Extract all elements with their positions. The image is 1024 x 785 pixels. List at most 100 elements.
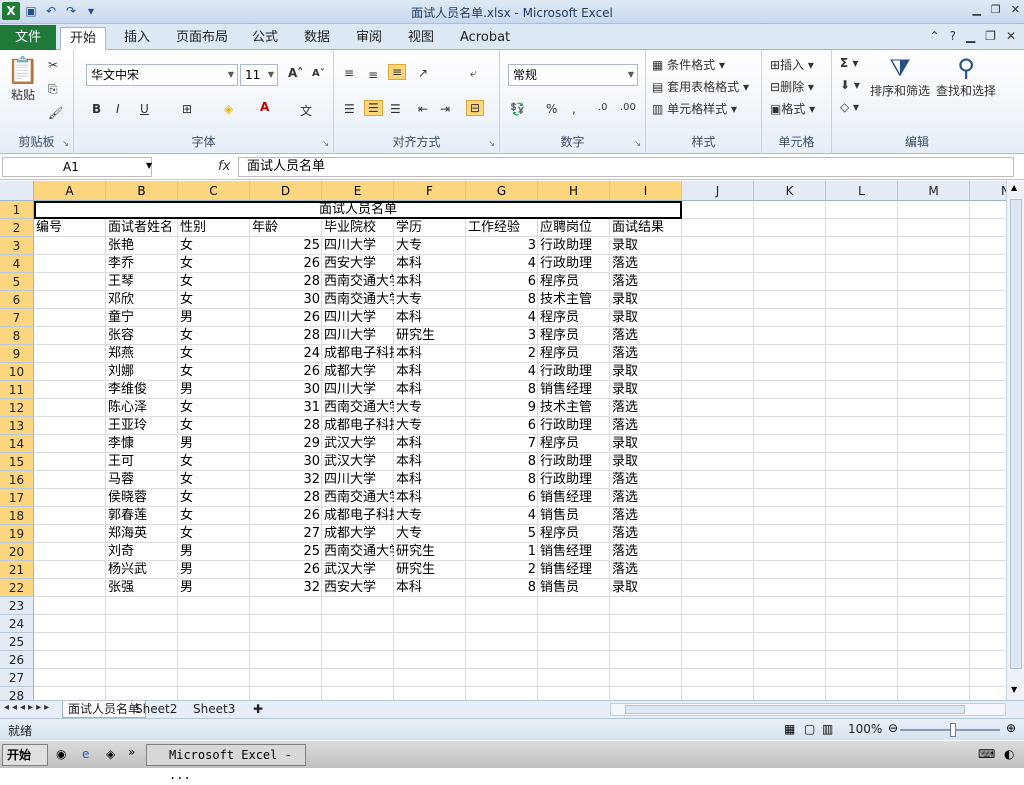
row-header-5[interactable]: 5 [0,273,34,291]
table-cell[interactable]: 落选 [610,471,682,489]
quicklaunch-icon[interactable]: ◉ [56,747,66,761]
name-box[interactable]: A1 [2,157,152,177]
header-cell[interactable]: 毕业院校 [322,219,394,237]
table-cell[interactable]: 程序员 [538,327,610,345]
table-cell[interactable]: 2 [466,561,538,579]
column-header-I[interactable]: I [610,181,682,201]
increase-decimal-icon[interactable]: .0 [598,102,608,113]
table-cell[interactable]: 6 [466,273,538,291]
table-cell[interactable]: 本科 [394,435,466,453]
table-cell[interactable]: 行政助理 [538,471,610,489]
table-cell[interactable]: 女 [178,417,250,435]
start-button[interactable]: 开始 [2,744,48,766]
column-header-A[interactable]: A [34,181,106,201]
table-cell[interactable]: 女 [178,273,250,291]
table-cell[interactable]: 行政助理 [538,363,610,381]
row-header-19[interactable]: 19 [0,525,34,543]
table-cell[interactable]: 男 [178,543,250,561]
table-cell[interactable]: 女 [178,363,250,381]
column-header-G[interactable]: G [466,181,538,201]
insert-sheet-icon[interactable]: ✚ [248,701,268,718]
table-cell[interactable]: 4 [466,309,538,327]
row-header-17[interactable]: 17 [0,489,34,507]
header-cell[interactable]: 面试结果 [610,219,682,237]
dialog-launcher-icon[interactable]: ↘ [488,139,495,148]
table-cell[interactable]: 女 [178,237,250,255]
cell-styles-button[interactable]: ▥ 单元格样式 ▾ [652,100,737,117]
table-cell[interactable]: 杨兴武 [106,561,178,579]
table-cell[interactable]: 男 [178,309,250,327]
tab-review[interactable]: 审阅 [356,27,382,50]
table-cell[interactable]: 26 [250,255,322,273]
table-cell[interactable]: 张容 [106,327,178,345]
taskbar-excel-item[interactable]: Microsoft Excel - ... [146,744,306,782]
table-cell[interactable]: 女 [178,507,250,525]
table-cell[interactable]: 9 [466,399,538,417]
column-header-F[interactable]: F [394,181,466,201]
zoom-level[interactable]: 100% [848,722,882,736]
table-cell[interactable]: 男 [178,561,250,579]
table-cell[interactable]: 西南交通大学 [322,489,394,507]
column-header-L[interactable]: L [826,181,898,201]
table-cell[interactable]: 1 [466,543,538,561]
align-top-icon[interactable]: ≡ [344,66,354,80]
normal-view-icon[interactable]: ▦ [784,722,795,736]
page-break-view-icon[interactable]: ▥ [822,722,833,736]
grow-font-icon[interactable]: A˄ [288,66,303,80]
table-cell[interactable]: 28 [250,489,322,507]
table-cell[interactable]: 程序员 [538,525,610,543]
table-cell[interactable]: 落选 [610,489,682,507]
chevron-down-icon[interactable]: ▼ [146,161,152,170]
zoom-in-icon[interactable]: ⊕ [1006,721,1016,735]
table-cell[interactable]: 行政助理 [538,417,610,435]
table-cell[interactable]: 本科 [394,381,466,399]
increase-indent-icon[interactable]: ⇥ [440,102,450,116]
table-cell[interactable]: 26 [250,309,322,327]
row-header-24[interactable]: 24 [0,615,34,633]
select-all-button[interactable] [0,181,34,201]
row-header-2[interactable]: 2 [0,219,34,237]
table-cell[interactable]: 童宁 [106,309,178,327]
table-cell[interactable]: 女 [178,453,250,471]
row-header-9[interactable]: 9 [0,345,34,363]
sheet-tab-2[interactable]: Sheet2 [130,701,182,718]
vertical-scroll-thumb[interactable] [1010,199,1022,669]
table-cell[interactable]: 张艳 [106,237,178,255]
tab-file[interactable]: 文件 [0,25,56,50]
tab-acrobat[interactable]: Acrobat [460,27,510,50]
keyboard-icon[interactable]: ⌨ [978,747,995,761]
table-cell[interactable]: 女 [178,399,250,417]
table-cell[interactable]: 大专 [394,291,466,309]
decrease-indent-icon[interactable]: ⇤ [418,102,428,116]
table-cell[interactable]: 录取 [610,453,682,471]
table-cell[interactable]: 31 [250,399,322,417]
table-cell[interactable]: 男 [178,381,250,399]
table-cell[interactable]: 陈心泽 [106,399,178,417]
table-cell[interactable]: 四川大学 [322,381,394,399]
table-cell[interactable]: 本科 [394,579,466,597]
table-cell[interactable]: 8 [466,579,538,597]
table-cell[interactable]: 落选 [610,255,682,273]
row-header-11[interactable]: 11 [0,381,34,399]
sheet-nav-icon[interactable]: ◂◂◂▸▸▸ [4,702,52,713]
table-cell[interactable]: 刘娜 [106,363,178,381]
column-header-C[interactable]: C [178,181,250,201]
scroll-down-icon[interactable]: ▼ [1011,685,1017,694]
column-header-M[interactable]: M [898,181,970,201]
tab-page-layout[interactable]: 页面布局 [176,27,228,50]
table-cell[interactable]: 大专 [394,525,466,543]
comma-style-icon[interactable]: , [572,102,576,116]
row-header-18[interactable]: 18 [0,507,34,525]
table-cell[interactable]: 程序员 [538,309,610,327]
table-cell[interactable]: 本科 [394,471,466,489]
dialog-launcher-icon[interactable]: ↘ [634,139,641,148]
quicklaunch-icon-2[interactable]: ◈ [106,747,115,761]
table-cell[interactable]: 落选 [610,417,682,435]
table-cell[interactable]: 销售员 [538,579,610,597]
align-center-icon[interactable]: ☰ [364,100,383,116]
tab-view[interactable]: 视图 [408,27,434,50]
table-cell[interactable]: 男 [178,435,250,453]
spreadsheet-grid[interactable]: A B C D E F G H I J K L M N 1 2 3 4 5 6 7 8 9 10 11 12 13 14 15 16 17 1… [0,181,1006,700]
table-cell[interactable]: 程序员 [538,345,610,363]
column-header-D[interactable]: D [250,181,322,201]
